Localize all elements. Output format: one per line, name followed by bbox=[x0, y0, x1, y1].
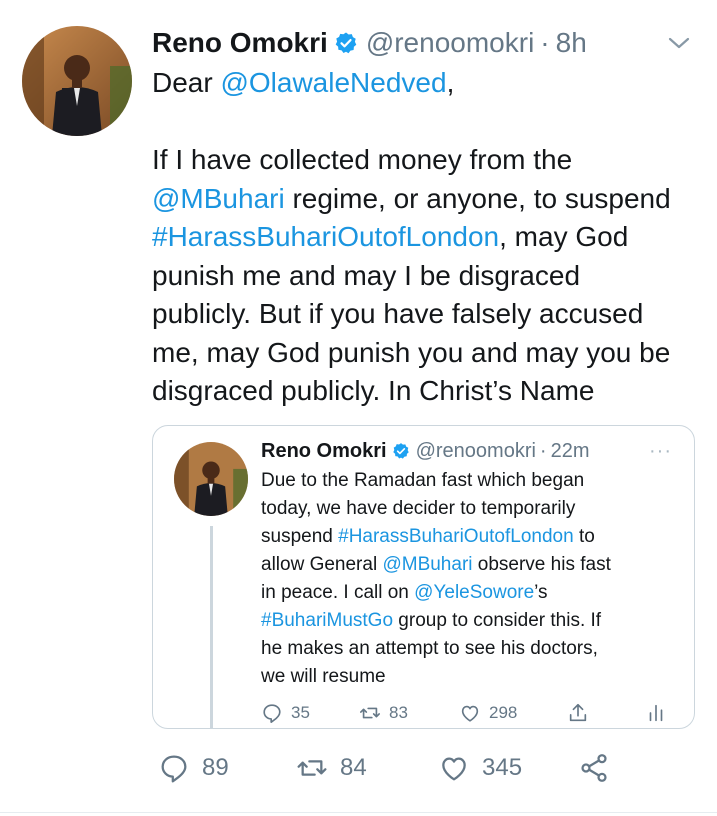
quoted-analytics-button[interactable] bbox=[645, 702, 675, 724]
greeting-punct: , bbox=[446, 67, 455, 98]
text-span: to bbox=[573, 526, 595, 547]
tweet-time[interactable]: 8h bbox=[556, 27, 587, 59]
text-line: #HarassBuhariOutofLondon, may God bbox=[152, 218, 702, 257]
text-line: he makes an attempt to see his doctors, bbox=[261, 638, 598, 659]
text-span: regime, or anyone, to suspend bbox=[284, 182, 671, 214]
heart-icon bbox=[461, 705, 479, 722]
quoted-separator: · bbox=[539, 439, 547, 462]
text-line: suspend #HarassBuhariOutofLondon to bbox=[261, 523, 686, 551]
text-span: ’s bbox=[534, 582, 548, 603]
share-button[interactable] bbox=[578, 752, 622, 784]
text-line: allow General @MBuhari observe his fast bbox=[261, 551, 686, 579]
mention-link[interactable]: @MBuhari bbox=[152, 183, 285, 214]
greeting-line: Dear @OlawaleNedved, bbox=[152, 64, 702, 103]
header-separator: · bbox=[540, 27, 550, 58]
quoted-header: Reno Omokri @renoomokri · 22m bbox=[261, 438, 590, 464]
quoted-retweet-button[interactable]: 83 bbox=[359, 702, 408, 724]
author-handle[interactable]: @renoomokri bbox=[366, 27, 534, 59]
mention-link[interactable]: @OlawaleNedved bbox=[220, 67, 446, 98]
heart-icon bbox=[442, 757, 466, 781]
quoted-handle[interactable]: @renoomokri bbox=[416, 440, 536, 463]
divider bbox=[0, 812, 717, 813]
text-span: group to consider this. If bbox=[393, 610, 602, 631]
text-line: Due to the Ramadan fast which began bbox=[261, 470, 585, 491]
quoted-like-count: 298 bbox=[489, 703, 518, 722]
reply-icon bbox=[161, 755, 187, 783]
like-button[interactable]: 345 bbox=[438, 752, 522, 784]
retweet-count: 84 bbox=[340, 754, 367, 781]
text-line: we will resume bbox=[261, 666, 386, 687]
text-span: observe his fast bbox=[472, 554, 611, 575]
text-line: publicly. But if you have falsely accuse… bbox=[152, 298, 644, 329]
share-icon bbox=[569, 703, 587, 722]
reply-icon bbox=[263, 704, 281, 723]
retweet-button[interactable]: 84 bbox=[296, 752, 367, 784]
reply-count: 89 bbox=[202, 754, 229, 781]
quoted-author-avatar[interactable] bbox=[174, 442, 248, 516]
text-span: suspend bbox=[261, 526, 339, 547]
hashtag-link[interactable]: #BuhariMustGo bbox=[261, 610, 393, 631]
verified-badge-icon bbox=[334, 31, 358, 55]
like-count: 345 bbox=[482, 754, 523, 781]
quoted-like-button[interactable]: 298 bbox=[459, 702, 517, 724]
verified-badge-icon bbox=[392, 442, 410, 460]
chevron-down-icon[interactable] bbox=[666, 30, 692, 56]
text-line: #BuhariMustGo group to consider this. If bbox=[261, 607, 686, 635]
text-span: in peace. I call on bbox=[261, 582, 415, 603]
text-line: punish me and may I be disgraced bbox=[152, 259, 581, 291]
analytics-icon bbox=[649, 704, 663, 722]
quoted-share-button[interactable] bbox=[567, 702, 597, 724]
text-line: in peace. I call on @YeleSowore’s bbox=[261, 579, 686, 607]
text-line: If I have collected money from the bbox=[152, 144, 573, 175]
text-span: , may God bbox=[499, 221, 629, 252]
thread-line bbox=[210, 526, 213, 728]
text-line: today, we have decider to temporarily bbox=[261, 498, 576, 519]
hashtag-link[interactable]: #HarassBuhariOutofLondon bbox=[152, 221, 499, 252]
quoted-text: Due to the Ramadan fast which began toda… bbox=[261, 467, 686, 691]
text-line: me, may God punish you and may you be bbox=[152, 336, 671, 368]
quoted-author-name[interactable]: Reno Omokri bbox=[261, 440, 387, 463]
mention-link[interactable]: @MBuhari bbox=[382, 554, 472, 575]
quoted-time[interactable]: 22m bbox=[551, 440, 590, 463]
quoted-retweet-count: 83 bbox=[389, 703, 408, 722]
tweet-text: Dear @OlawaleNedved, If I have collected… bbox=[152, 64, 702, 411]
retweet-icon bbox=[360, 707, 380, 719]
quoted-reply-button[interactable]: 35 bbox=[261, 702, 310, 724]
quoted-reply-count: 35 bbox=[291, 703, 310, 722]
quoted-tweet[interactable]: Reno Omokri @renoomokri · 22m ··· Due to… bbox=[152, 425, 695, 729]
tweet[interactable]: Reno Omokri @renoomokri · 8h Dear @Olawa… bbox=[0, 0, 717, 816]
greeting-text: Dear bbox=[152, 67, 221, 98]
hashtag-link[interactable]: #HarassBuhariOutofLondon bbox=[338, 526, 574, 547]
share-icon bbox=[581, 754, 607, 782]
more-options-icon[interactable]: ··· bbox=[649, 440, 672, 463]
author-avatar[interactable] bbox=[22, 26, 132, 136]
quoted-actions: 35 83 298 bbox=[261, 702, 681, 728]
text-line: @MBuhari regime, or anyone, to suspend bbox=[152, 180, 702, 219]
author-name[interactable]: Reno Omokri bbox=[152, 27, 328, 59]
text-line: disgraced publicly. In Christ’s Name bbox=[152, 375, 595, 406]
mention-link[interactable]: @YeleSowore bbox=[414, 582, 534, 603]
retweet-icon bbox=[297, 760, 327, 776]
text-span: allow General bbox=[261, 554, 383, 575]
tweet-actions: 89 84 345 bbox=[158, 752, 618, 790]
reply-button[interactable]: 89 bbox=[158, 752, 229, 784]
tweet-header: Reno Omokri @renoomokri · 8h bbox=[152, 26, 587, 60]
